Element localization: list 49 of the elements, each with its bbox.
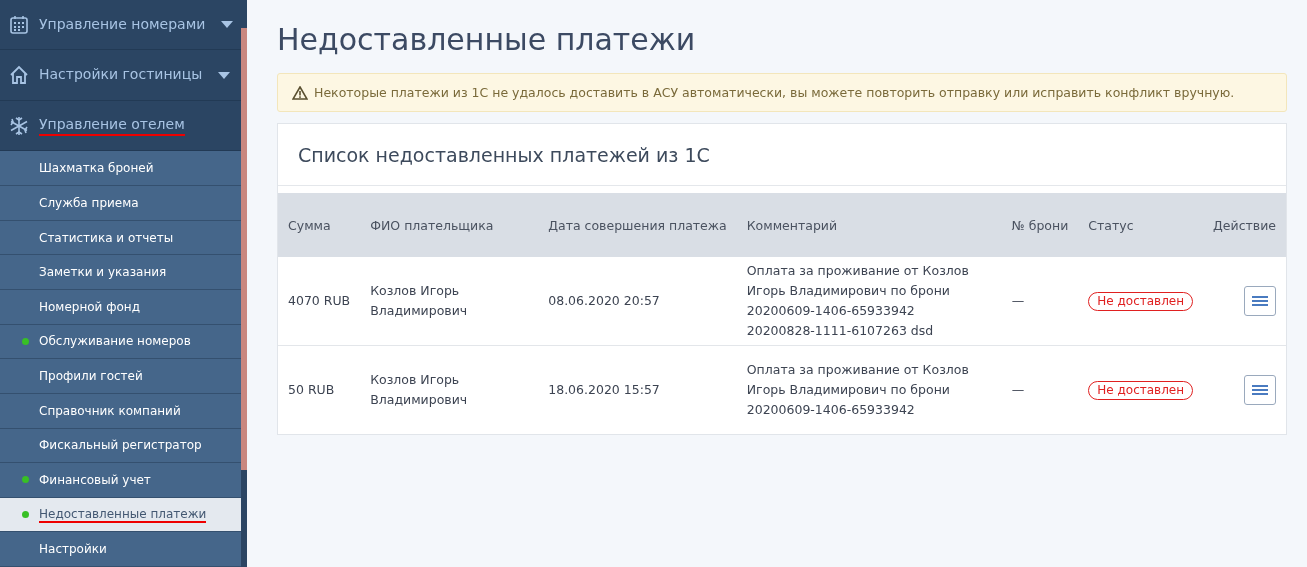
card-title: Список недоставленных платежей из 1С <box>278 124 1286 186</box>
caret-icon[interactable] <box>218 71 231 79</box>
warning-icon <box>292 85 308 100</box>
sidebar-item[interactable]: Настройки <box>0 532 241 567</box>
table-cell: 18.06.2020 15:57 <box>538 345 737 434</box>
table-cell: Козлов Игорь Владимирович <box>360 345 539 434</box>
column-header: № брони <box>1001 193 1079 257</box>
caret-icon[interactable] <box>221 21 234 29</box>
table-cell: 4070 RUB <box>278 257 361 346</box>
sidebar-item[interactable]: Справочник компаний <box>0 393 241 429</box>
sidebar-item[interactable]: Номерной фонд <box>0 289 241 325</box>
column-header: Сумма <box>278 193 361 257</box>
column-header: Действие <box>1203 193 1286 257</box>
table-cell: Козлов Игорь Владимирович <box>360 257 539 346</box>
sidebar-item[interactable]: Служба приема <box>0 186 241 221</box>
sidebar-item[interactable]: Обслуживание номеров <box>0 324 241 360</box>
menu-button[interactable] <box>1244 375 1276 405</box>
column-header: Дата совершения платежа <box>538 193 737 257</box>
nav-section[interactable]: Управление номерами <box>39 15 206 34</box>
table-cell: Оплата за проживание от Козлов Игорь Владимирович по брони 20200609-1406-65933942 <box>736 345 1002 434</box>
sidebar-item[interactable]: Недоставленные платежи <box>0 497 241 533</box>
sidebar-item[interactable]: Шахматка броней <box>0 151 241 187</box>
table-cell: — <box>1001 345 1079 434</box>
menu-icon <box>1252 384 1268 396</box>
nav-section[interactable]: Настройки гостиницы <box>39 66 203 85</box>
table-cell: 08.06.2020 20:57 <box>538 257 737 346</box>
table-cell: Оплата за проживание от Козлов Игорь Владимирович по брони 20200609-1406-65933942 20200828-1111-6107263 dsd <box>736 257 1002 346</box>
status-dot <box>22 511 29 519</box>
menu-icon <box>1252 295 1268 307</box>
column-header: ФИО плательщика <box>360 193 539 257</box>
calendar-icon <box>9 14 29 35</box>
table-cell: — <box>1001 257 1079 346</box>
status-dot <box>22 476 29 484</box>
scrollbar[interactable] <box>241 28 247 470</box>
column-header: Статус <box>1078 193 1204 257</box>
house-icon <box>9 65 29 86</box>
sidebar-item[interactable]: Статистика и отчеты <box>0 220 241 256</box>
status-dot <box>22 337 29 345</box>
nav-section[interactable]: Управление отелем <box>39 115 185 136</box>
sidebar-item[interactable]: Финансовый учет <box>0 463 241 498</box>
menu-button[interactable] <box>1244 286 1276 316</box>
sidebar-item[interactable]: Заметки и указания <box>0 255 241 290</box>
snowflake-icon <box>9 115 29 136</box>
sidebar-item[interactable]: Фискальный регистратор <box>0 428 241 464</box>
sidebar-item[interactable]: Профили гостей <box>0 359 241 394</box>
column-header: Комментарий <box>736 193 1002 257</box>
table-cell: 50 RUB <box>278 345 361 434</box>
alert-text: Некоторые платежи из 1С не удалось доставить в АСУ автоматически, вы можете повторить отправку или исправить конфликт вручную. <box>314 85 1235 100</box>
page-title: Недоставленные платежи <box>277 22 697 57</box>
